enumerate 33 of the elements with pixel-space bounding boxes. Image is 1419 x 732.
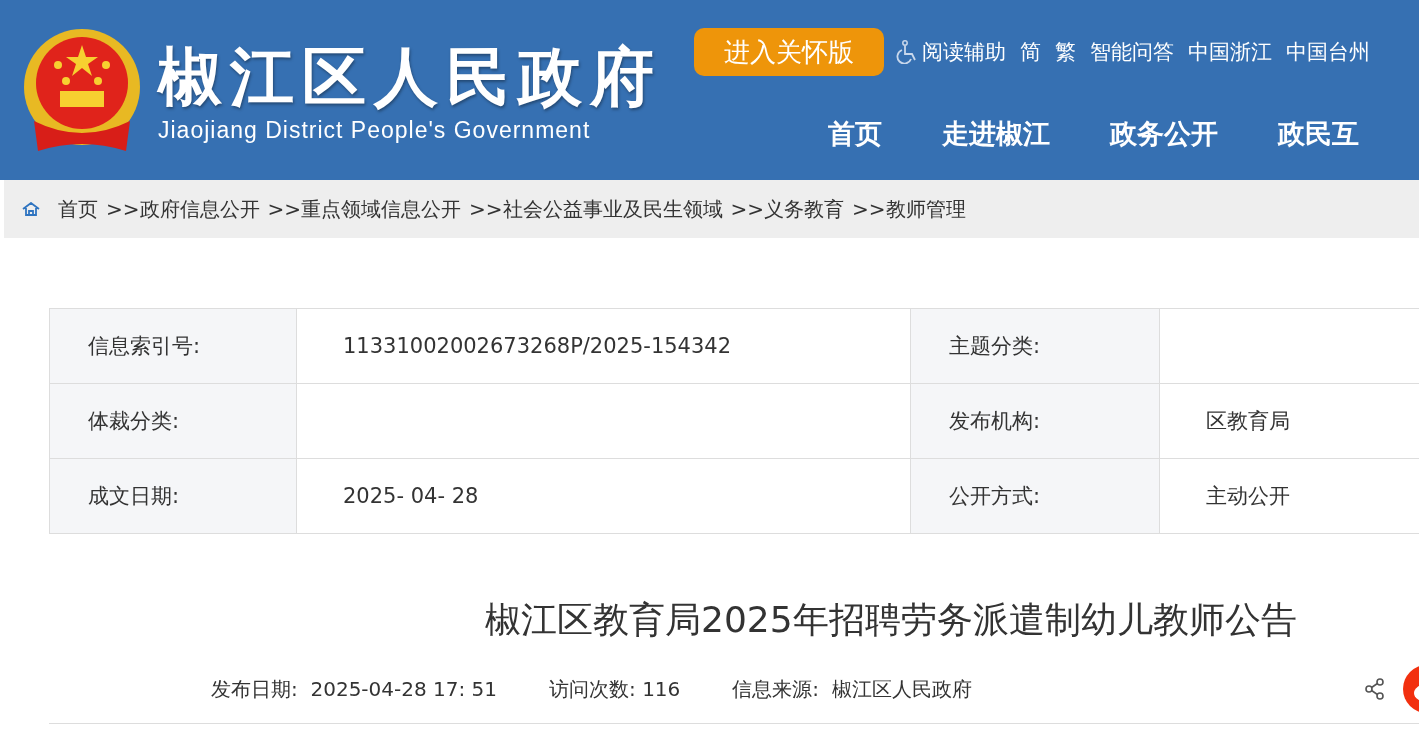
nav-item[interactable]: 政务公开 xyxy=(1110,116,1218,152)
article-meta: 信息来源: 椒江区人民政府 xyxy=(732,675,972,703)
label-cell: 公开方式: xyxy=(910,458,1160,534)
label-cell: 成文日期: xyxy=(49,458,297,534)
label-cell: 信息索引号: xyxy=(49,308,297,384)
article-meta: 访问次数: 116 xyxy=(549,675,681,703)
article-title: 椒江区教育局2025年招聘劳务派遣制幼儿教师公告 xyxy=(485,598,1298,642)
site-title: 椒江区人民政府 xyxy=(158,38,662,116)
top-link[interactable]: 智能问答 xyxy=(1090,38,1174,66)
nav-item[interactable]: 政民互 xyxy=(1278,116,1359,152)
breadcrumb-link[interactable]: >>义务教育 xyxy=(730,195,845,223)
share-icon[interactable] xyxy=(1363,677,1387,701)
breadcrumb-link[interactable]: >>政府信息公开 xyxy=(106,195,260,223)
top-link[interactable]: 中国台州 xyxy=(1286,38,1370,66)
value-cell: 11331002002673268P/2025-154342 xyxy=(296,308,911,384)
breadcrumb-link[interactable]: 首页 xyxy=(58,195,98,223)
wheelchair-icon xyxy=(896,40,918,64)
article-meta: 发布日期: 2025-04-28 17: 51 xyxy=(211,675,498,703)
label-cell: 主题分类: xyxy=(910,308,1160,384)
top-link[interactable]: 繁 xyxy=(1055,38,1076,66)
value-cell: 2025- 04- 28 xyxy=(296,458,911,534)
nav-item[interactable]: 首页 xyxy=(828,116,882,152)
home-icon xyxy=(22,202,40,216)
top-link[interactable]: 简 xyxy=(1020,38,1041,66)
top-link[interactable]: 阅读辅助 xyxy=(922,38,1006,66)
nav-item[interactable]: 走进椒江 xyxy=(942,116,1050,152)
breadcrumb-link[interactable]: >>教师管理 xyxy=(852,195,966,223)
breadcrumb-link[interactable]: >>重点领域信息公开 xyxy=(267,195,462,223)
label-cell: 发布机构: xyxy=(910,383,1160,459)
label-cell: 体裁分类: xyxy=(49,383,297,459)
site-subtitle: Jiaojiang District People's Government xyxy=(158,116,592,144)
breadcrumb-link[interactable]: >>社会公益事业及民生领域 xyxy=(469,195,723,223)
top-link[interactable]: 中国浙江 xyxy=(1188,38,1272,66)
